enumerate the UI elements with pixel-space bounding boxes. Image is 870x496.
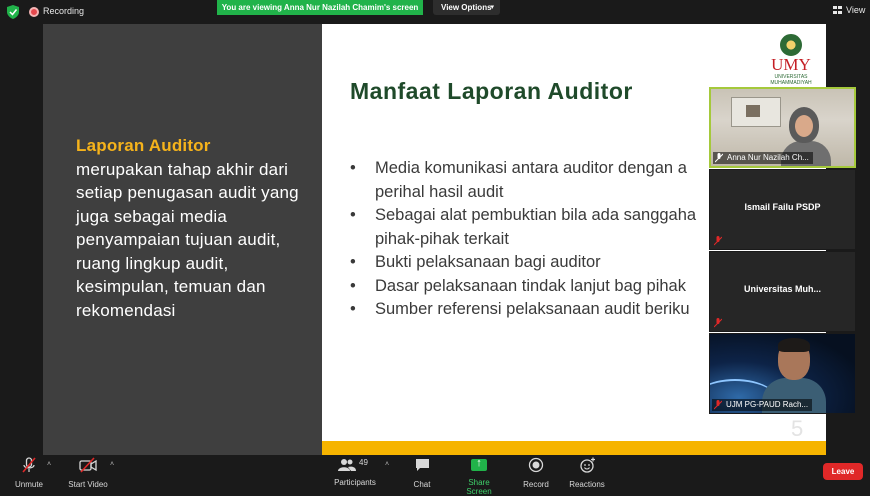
participant-tile[interactable]: Anna Nur Nazilah Ch... (709, 87, 856, 168)
share-screen-button[interactable]: Share Screen (455, 457, 503, 496)
logo-subtext: UNIVERSITAS MUHAMMADIYAH (770, 74, 812, 86)
muted-mic-icon (714, 318, 722, 328)
participant-tile[interactable]: Ismail Failu PSDP (709, 169, 856, 250)
muted-mic-icon (714, 400, 722, 410)
share-screen-icon (471, 457, 487, 471)
reactions-label: Reactions (569, 480, 605, 489)
chat-label: Chat (413, 480, 431, 489)
recording-icon (29, 7, 39, 17)
view-options-label: View Options (441, 3, 492, 12)
unmute-label: Unmute (14, 480, 43, 489)
muted-mic-icon (714, 236, 722, 246)
participant-tile[interactable]: Universitas Muh... (709, 251, 856, 332)
meeting-toolbar: Unmute ˄ Start Video ˄ 49 Participants ˄… (0, 455, 870, 496)
slide-bullet-item: Sebagai alat pembuktian bila ada sanggah… (350, 204, 750, 228)
participant-name: Anna Nur Nazilah Ch... (713, 152, 813, 164)
slide-left-body: merupakan tahap akhir dari setiap penuga… (76, 159, 299, 320)
participants-button[interactable]: 49 Participants (333, 457, 377, 487)
umy-logo: UMY UNIVERSITAS MUHAMMADIYAH (765, 34, 817, 86)
view-options-button[interactable]: View Options ▾ (433, 0, 500, 15)
chevron-down-icon: ▾ (490, 4, 494, 11)
leave-button[interactable]: Leave (823, 463, 863, 480)
slide-left-panel: Laporan Auditor merupakan tahap akhir da… (43, 24, 322, 455)
participants-label: Participants (334, 478, 376, 487)
participant-name: Universitas Muh... (743, 284, 822, 294)
participant-name: UJM PG-PAUD Rach... (712, 399, 813, 411)
grid-icon (833, 6, 842, 14)
participants-icon (338, 459, 356, 471)
video-off-icon (79, 457, 97, 473)
share-screen-label: Share Screen (466, 478, 492, 496)
slide-title: Manfaat Laporan Auditor (350, 78, 633, 104)
view-button[interactable]: View (833, 5, 865, 15)
slide-left-text: Laporan Auditor merupakan tahap akhir da… (76, 134, 311, 322)
slide-left-highlight: Laporan Auditor (76, 136, 211, 155)
reactions-icon (579, 457, 595, 473)
logo-text: UMY (771, 55, 811, 74)
video-options-caret-icon[interactable]: ˄ (110, 461, 114, 468)
participant-name: Ismail Failu PSDP (744, 202, 821, 212)
slide-bullet-item: pihak-pihak terkait (375, 229, 509, 248)
participant-video-panel: Anna Nur Nazilah Ch... Ismail Failu PSDP… (709, 87, 856, 417)
slide-bullet-item: Sumber referensi pelaksanaan audit berik… (350, 298, 750, 322)
university-seal-icon (780, 34, 802, 56)
start-video-label: Start Video (68, 480, 108, 489)
viewing-banner: You are viewing Anna Nur Nazilah Chamim'… (217, 0, 423, 15)
participant-tile[interactable]: UJM PG-PAUD Rach... (709, 333, 856, 414)
record-label: Record (523, 480, 549, 489)
chat-button[interactable]: Chat (408, 457, 436, 489)
participants-count: 49 (359, 458, 368, 467)
reactions-button[interactable]: Reactions (567, 457, 607, 489)
top-bar: Recording You are viewing Anna Nur Nazil… (0, 0, 870, 24)
shield-icon[interactable] (7, 5, 19, 19)
slide-bullet-item: perihal hasil audit (375, 182, 504, 201)
slide-bullet-item: Bukti pelaksanaan bagi auditor (350, 251, 750, 275)
slide-bullet-item: Media komunikasi antara auditor dengan a (350, 157, 750, 181)
recording-label[interactable]: Recording (43, 6, 84, 16)
view-label: View (846, 5, 866, 15)
unmute-button[interactable]: Unmute (12, 457, 46, 489)
slide-bullet-list: Media komunikasi antara auditor dengan a… (350, 157, 750, 322)
start-video-button[interactable]: Start Video (68, 457, 108, 489)
muted-microphone-icon (22, 457, 36, 473)
slide-page-number: 5 (791, 416, 804, 441)
chat-icon (415, 459, 429, 471)
record-button[interactable]: Record (520, 457, 552, 489)
slide-bullet-item: Dasar pelaksanaan tindak lanjut bag piha… (350, 275, 750, 299)
participants-caret-icon[interactable]: ˄ (385, 461, 389, 468)
record-icon (528, 457, 544, 473)
audio-options-caret-icon[interactable]: ˄ (47, 461, 51, 468)
muted-mic-icon (715, 153, 723, 163)
slide-accent-bar (322, 441, 826, 455)
